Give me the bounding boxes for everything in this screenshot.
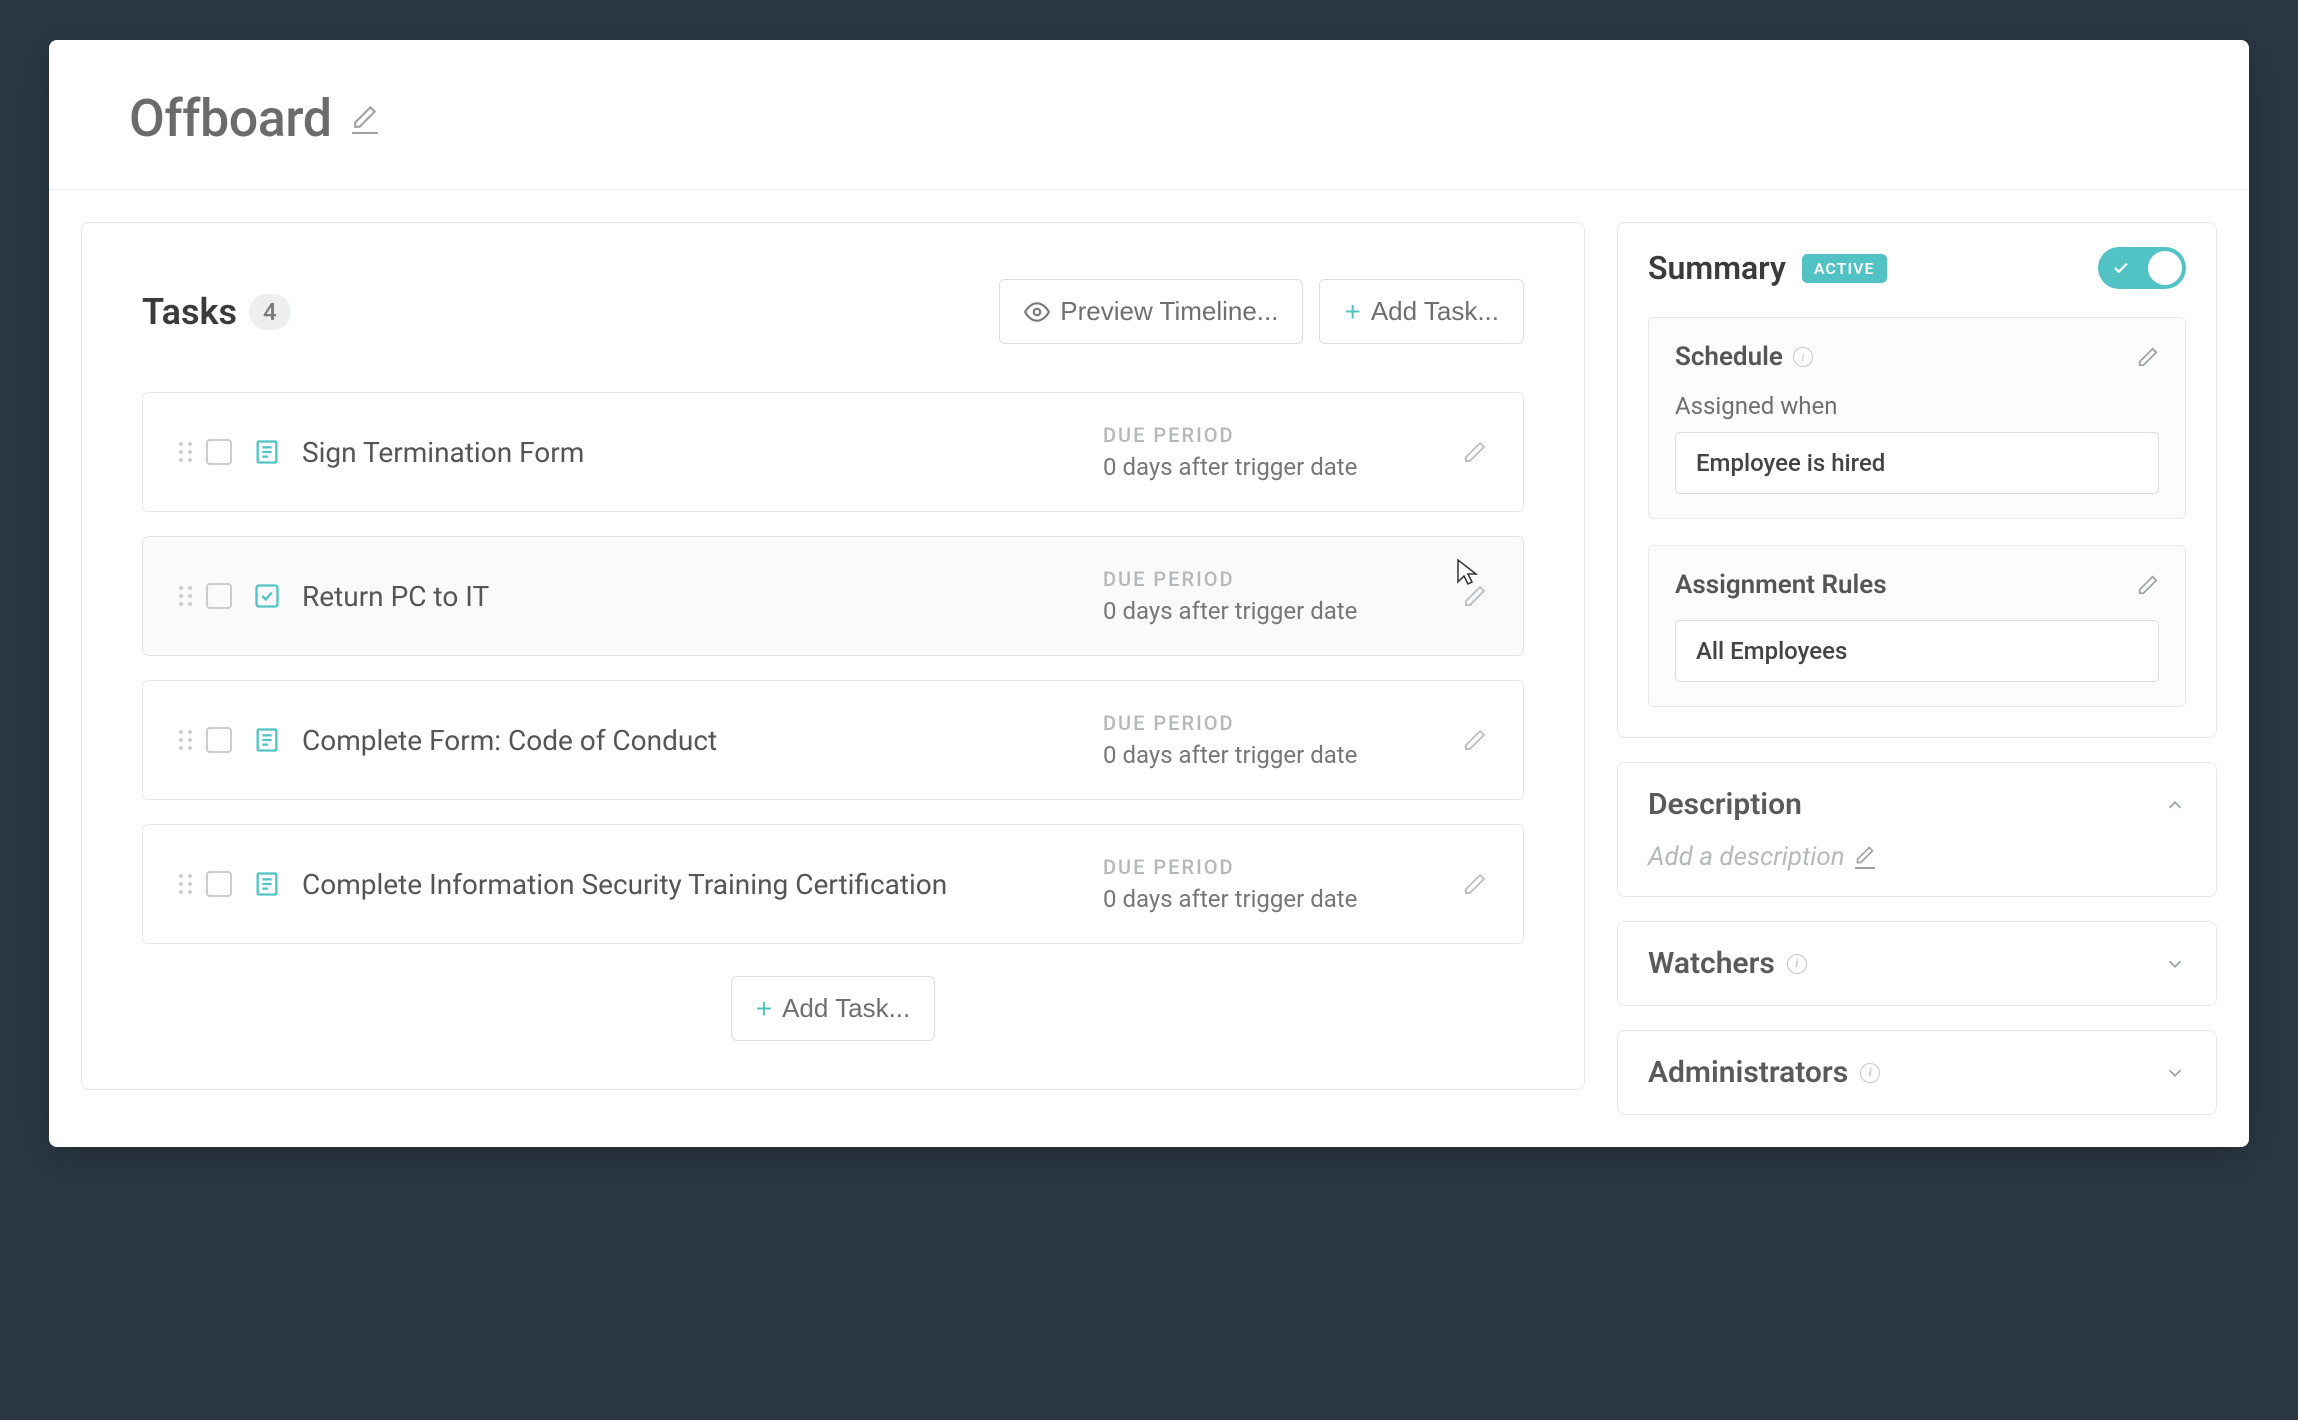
plus-icon: + [756,995,772,1023]
task-due-block: DUE PERIOD 0 days after trigger date [1103,423,1463,481]
edit-task-icon[interactable] [1463,872,1487,896]
task-name: Sign Termination Form [302,436,1103,469]
due-period-label: DUE PERIOD [1103,855,1463,879]
status-badge: ACTIVE [1802,254,1887,283]
schedule-header: Schedule i [1675,342,2159,372]
edit-schedule-icon[interactable] [2137,346,2159,368]
side-column: Summary ACTIVE Schedule i [1617,222,2217,1115]
tasks-count-badge: 4 [249,294,291,330]
description-header[interactable]: Description [1648,787,2186,822]
add-task-bottom-label: Add Task... [782,993,910,1024]
administrators-header[interactable]: Administrators i [1648,1055,2186,1090]
form-icon [252,437,282,467]
due-period-value: 0 days after trigger date [1103,741,1463,769]
task-checkbox[interactable] [206,439,232,465]
chevron-down-icon [2164,953,2186,975]
edit-assignment-rules-icon[interactable] [2137,574,2159,596]
tasks-header: Tasks 4 Preview Timeline... + Add Task..… [142,279,1524,344]
page-header: Offboard [49,40,2249,190]
chevron-down-icon [2164,1062,2186,1084]
app-window: Offboard Tasks 4 Preview Timeline... [49,40,2249,1147]
eye-icon [1024,299,1050,325]
task-due-block: DUE PERIOD 0 days after trigger date [1103,711,1463,769]
edit-task-icon[interactable] [1463,728,1487,752]
task-checkbox[interactable] [206,871,232,897]
description-placeholder: Add a description [1648,842,1845,872]
task-name: Return PC to IT [302,580,1103,613]
task-checkbox[interactable] [206,583,232,609]
preview-timeline-button[interactable]: Preview Timeline... [999,279,1303,344]
task-due-block: DUE PERIOD 0 days after trigger date [1103,855,1463,913]
task-list: Sign Termination FormDUE PERIOD0 days af… [142,392,1524,944]
tasks-header-actions: Preview Timeline... + Add Task... [999,279,1524,344]
due-period-label: DUE PERIOD [1103,423,1463,447]
assigned-when-label: Assigned when [1675,392,2159,420]
chevron-up-icon [2164,794,2186,816]
task-name: Complete Information Security Training C… [302,868,1103,901]
task-row[interactable]: Complete Information Security Training C… [142,824,1524,944]
task-name: Complete Form: Code of Conduct [302,724,1103,757]
drag-handle-icon[interactable] [179,730,192,750]
assignment-rules-panel: Assignment Rules All Employees [1648,545,2186,707]
summary-panel: Summary ACTIVE Schedule i [1617,222,2217,738]
check-icon [2112,259,2130,277]
due-period-value: 0 days after trigger date [1103,453,1463,481]
summary-header: Summary ACTIVE [1648,247,2186,289]
assignment-rules-title: Assignment Rules [1675,570,1887,600]
description-panel: Description Add a description [1617,762,2217,897]
summary-header-left: Summary ACTIVE [1648,249,1887,287]
assignment-rules-value[interactable]: All Employees [1675,620,2159,682]
due-period-label: DUE PERIOD [1103,567,1463,591]
edit-task-icon[interactable] [1463,584,1487,608]
preview-timeline-label: Preview Timeline... [1060,296,1278,327]
tasks-heading: Tasks [142,291,237,333]
task-row[interactable]: Complete Form: Code of ConductDUE PERIOD… [142,680,1524,800]
add-task-top-label: Add Task... [1371,296,1499,327]
page-title: Offboard [129,88,332,149]
watchers-panel: Watchers i [1617,921,2217,1006]
form-icon [252,725,282,755]
drag-handle-icon[interactable] [179,442,192,462]
watchers-header[interactable]: Watchers i [1648,946,2186,981]
checklist-icon [252,581,282,611]
active-toggle[interactable] [2098,247,2186,289]
info-icon[interactable]: i [1793,347,1813,367]
drag-handle-icon[interactable] [179,586,192,606]
due-period-value: 0 days after trigger date [1103,597,1463,625]
add-task-bottom-wrap: + Add Task... [142,976,1524,1041]
task-checkbox[interactable] [206,727,232,753]
description-title: Description [1648,787,1802,822]
add-task-button-top[interactable]: + Add Task... [1319,279,1524,344]
page-body: Tasks 4 Preview Timeline... + Add Task..… [49,190,2249,1147]
administrators-title: Administrators [1648,1055,1848,1090]
plus-icon: + [1344,298,1360,326]
assignment-rules-header: Assignment Rules [1675,570,2159,600]
administrators-panel: Administrators i [1617,1030,2217,1115]
schedule-panel: Schedule i Assigned when Employee is hir… [1648,317,2186,519]
form-icon [252,869,282,899]
description-body: Add a description [1648,842,2186,872]
edit-description-icon [1855,845,1875,869]
description-placeholder-row[interactable]: Add a description [1648,842,2186,872]
watchers-title: Watchers [1648,946,1775,981]
add-task-button-bottom[interactable]: + Add Task... [731,976,936,1041]
tasks-panel: Tasks 4 Preview Timeline... + Add Task..… [81,222,1585,1090]
info-icon[interactable]: i [1860,1063,1880,1083]
info-icon[interactable]: i [1787,954,1807,974]
edit-title-icon[interactable] [352,104,378,134]
summary-title: Summary [1648,249,1786,287]
edit-task-icon[interactable] [1463,440,1487,464]
tasks-header-left: Tasks 4 [142,291,291,333]
drag-handle-icon[interactable] [179,874,192,894]
toggle-knob [2148,251,2182,285]
due-period-value: 0 days after trigger date [1103,885,1463,913]
schedule-title: Schedule [1675,342,1783,372]
task-row[interactable]: Return PC to ITDUE PERIOD 0 days after tr… [142,536,1524,656]
due-period-label: DUE PERIOD [1103,711,1463,735]
task-row[interactable]: Sign Termination FormDUE PERIOD 0 days af… [142,392,1524,512]
task-due-block: DUE PERIOD 0 days after trigger date [1103,567,1463,625]
assigned-when-value[interactable]: Employee is hired [1675,432,2159,494]
